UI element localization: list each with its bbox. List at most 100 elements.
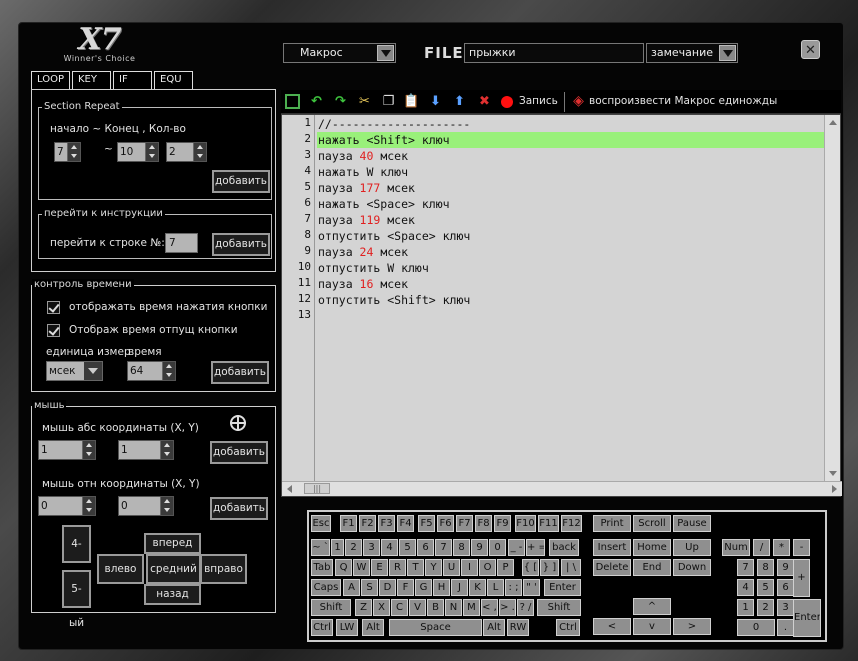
- time-value-stepper[interactable]: 64: [127, 361, 176, 381]
- record-button-label[interactable]: Запись: [519, 95, 558, 107]
- key-print[interactable]: Print: [593, 515, 631, 532]
- chevron-down-icon[interactable]: [377, 45, 394, 61]
- key-3[interactable]: 3: [777, 599, 794, 616]
- key-0[interactable]: 0: [489, 539, 506, 556]
- goto-line-input[interactable]: 7: [165, 233, 198, 253]
- code-line[interactable]: пауза 177 мсек: [317, 180, 824, 196]
- key-7[interactable]: 7: [737, 559, 754, 576]
- horizontal-scrollbar[interactable]: |||: [282, 481, 842, 496]
- key-down[interactable]: Down: [673, 559, 711, 576]
- key-f[interactable]: F: [397, 579, 414, 596]
- tab-loop[interactable]: LOOP: [31, 71, 70, 90]
- key-f7[interactable]: F7: [456, 515, 473, 532]
- key-[interactable]: >: [673, 618, 711, 635]
- add-time-button[interactable]: добавить: [211, 361, 269, 384]
- key-alt[interactable]: Alt: [483, 619, 505, 636]
- key-y[interactable]: Y: [425, 559, 442, 576]
- code-line[interactable]: нажать W ключ: [317, 164, 824, 180]
- key-h[interactable]: H: [433, 579, 450, 596]
- key-insert[interactable]: Insert: [593, 539, 631, 556]
- key-6[interactable]: 6: [777, 579, 794, 596]
- repeat-start-stepper[interactable]: 7: [54, 142, 81, 162]
- show-press-time-checkbox[interactable]: [47, 301, 60, 314]
- mouse-forward-button[interactable]: вперед: [144, 533, 201, 554]
- mouse-button-4[interactable]: 4-ый: [62, 525, 91, 584]
- scroll-up-icon[interactable]: [829, 120, 837, 125]
- key-p[interactable]: P: [497, 559, 514, 576]
- key-o[interactable]: O: [479, 559, 496, 576]
- key-4[interactable]: 4: [381, 539, 398, 556]
- key-t[interactable]: T: [407, 559, 424, 576]
- key-u[interactable]: U: [443, 559, 460, 576]
- play-once-label[interactable]: воспроизвести Макрос единожды: [589, 95, 777, 107]
- key-ctrl[interactable]: Ctrl: [311, 619, 333, 636]
- abs-y-stepper[interactable]: 1: [118, 440, 174, 460]
- key-f10[interactable]: F10: [515, 515, 536, 532]
- key-[interactable]: < ,: [481, 599, 498, 616]
- key-shift[interactable]: Shift: [311, 599, 351, 616]
- key-f5[interactable]: F5: [418, 515, 435, 532]
- key-v[interactable]: V: [409, 599, 426, 616]
- mouse-right-button[interactable]: вправо: [200, 554, 247, 584]
- delete-icon[interactable]: ✖: [476, 93, 493, 110]
- key-s[interactable]: S: [361, 579, 378, 596]
- stepper-arrows-icon[interactable]: [160, 497, 173, 515]
- macro-dropdown[interactable]: Макрос: [283, 43, 396, 63]
- move-up-icon[interactable]: ⬆: [451, 93, 468, 110]
- key-l[interactable]: L: [487, 579, 504, 596]
- add-repeat-button[interactable]: добавить: [212, 170, 270, 193]
- file-name-input[interactable]: прыжки: [464, 43, 644, 63]
- code-line[interactable]: //--------------------: [317, 116, 824, 132]
- record-icon[interactable]: [501, 96, 513, 108]
- key-[interactable]: + =: [526, 539, 545, 556]
- key-2[interactable]: 2: [757, 599, 774, 616]
- key-c[interactable]: C: [391, 599, 408, 616]
- key-5[interactable]: 5: [399, 539, 416, 556]
- code-line[interactable]: пауза 24 мсек: [317, 244, 824, 260]
- redo-icon[interactable]: ↷: [332, 93, 349, 110]
- key-caps[interactable]: Caps: [311, 579, 341, 596]
- key-[interactable]: ^: [633, 598, 671, 615]
- key-[interactable]: *: [773, 539, 790, 556]
- mouse-back-button[interactable]: назад: [144, 584, 201, 605]
- key-[interactable]: : ;: [505, 579, 522, 596]
- key-8[interactable]: 8: [757, 559, 774, 576]
- key-end[interactable]: End: [633, 559, 671, 576]
- abs-x-stepper[interactable]: 1: [38, 440, 96, 460]
- key-[interactable]: -: [793, 539, 810, 556]
- key-up[interactable]: Up: [673, 539, 711, 556]
- key-[interactable]: } ]: [540, 559, 559, 576]
- key-i[interactable]: I: [461, 559, 478, 576]
- key-[interactable]: ~ `: [311, 539, 330, 556]
- key-f4[interactable]: F4: [397, 515, 414, 532]
- key-f2[interactable]: F2: [359, 515, 376, 532]
- key-f12[interactable]: F12: [561, 515, 582, 532]
- crosshair-icon[interactable]: [230, 415, 246, 431]
- key-6[interactable]: 6: [417, 539, 434, 556]
- code-line[interactable]: отпустить <Space> ключ: [317, 228, 824, 244]
- play-once-icon[interactable]: ◈: [570, 93, 587, 110]
- repeat-end-stepper[interactable]: 10: [117, 142, 159, 162]
- key-1[interactable]: 1: [737, 599, 754, 616]
- key-j[interactable]: J: [451, 579, 468, 596]
- code-line[interactable]: пауза 40 мсек: [317, 148, 824, 164]
- note-dropdown[interactable]: замечание: [646, 43, 738, 63]
- key-f6[interactable]: F6: [437, 515, 454, 532]
- macro-editor[interactable]: 1 2 3 4 5 6 7 8 9 10 11 12 13 //--------------------…: [281, 114, 842, 497]
- key-1[interactable]: 1: [331, 539, 344, 556]
- key-[interactable]: /: [753, 539, 770, 556]
- key-a[interactable]: A: [343, 579, 360, 596]
- undo-icon[interactable]: ↶: [308, 93, 325, 110]
- rel-y-stepper[interactable]: 0: [118, 496, 174, 516]
- key-tab[interactable]: Tab: [311, 559, 333, 576]
- code-line[interactable]: нажать <Shift> ключ: [317, 132, 824, 148]
- key-k[interactable]: K: [469, 579, 486, 596]
- key-9[interactable]: 9: [777, 559, 794, 576]
- tab-key[interactable]: KEY: [72, 71, 111, 89]
- key-[interactable]: { [: [522, 559, 539, 576]
- key-back[interactable]: back: [549, 539, 579, 556]
- key-home[interactable]: Home: [633, 539, 671, 556]
- copy-icon[interactable]: ❐: [380, 93, 397, 110]
- stepper-arrows-icon[interactable]: [160, 441, 173, 459]
- move-down-icon[interactable]: ⬇: [427, 93, 444, 110]
